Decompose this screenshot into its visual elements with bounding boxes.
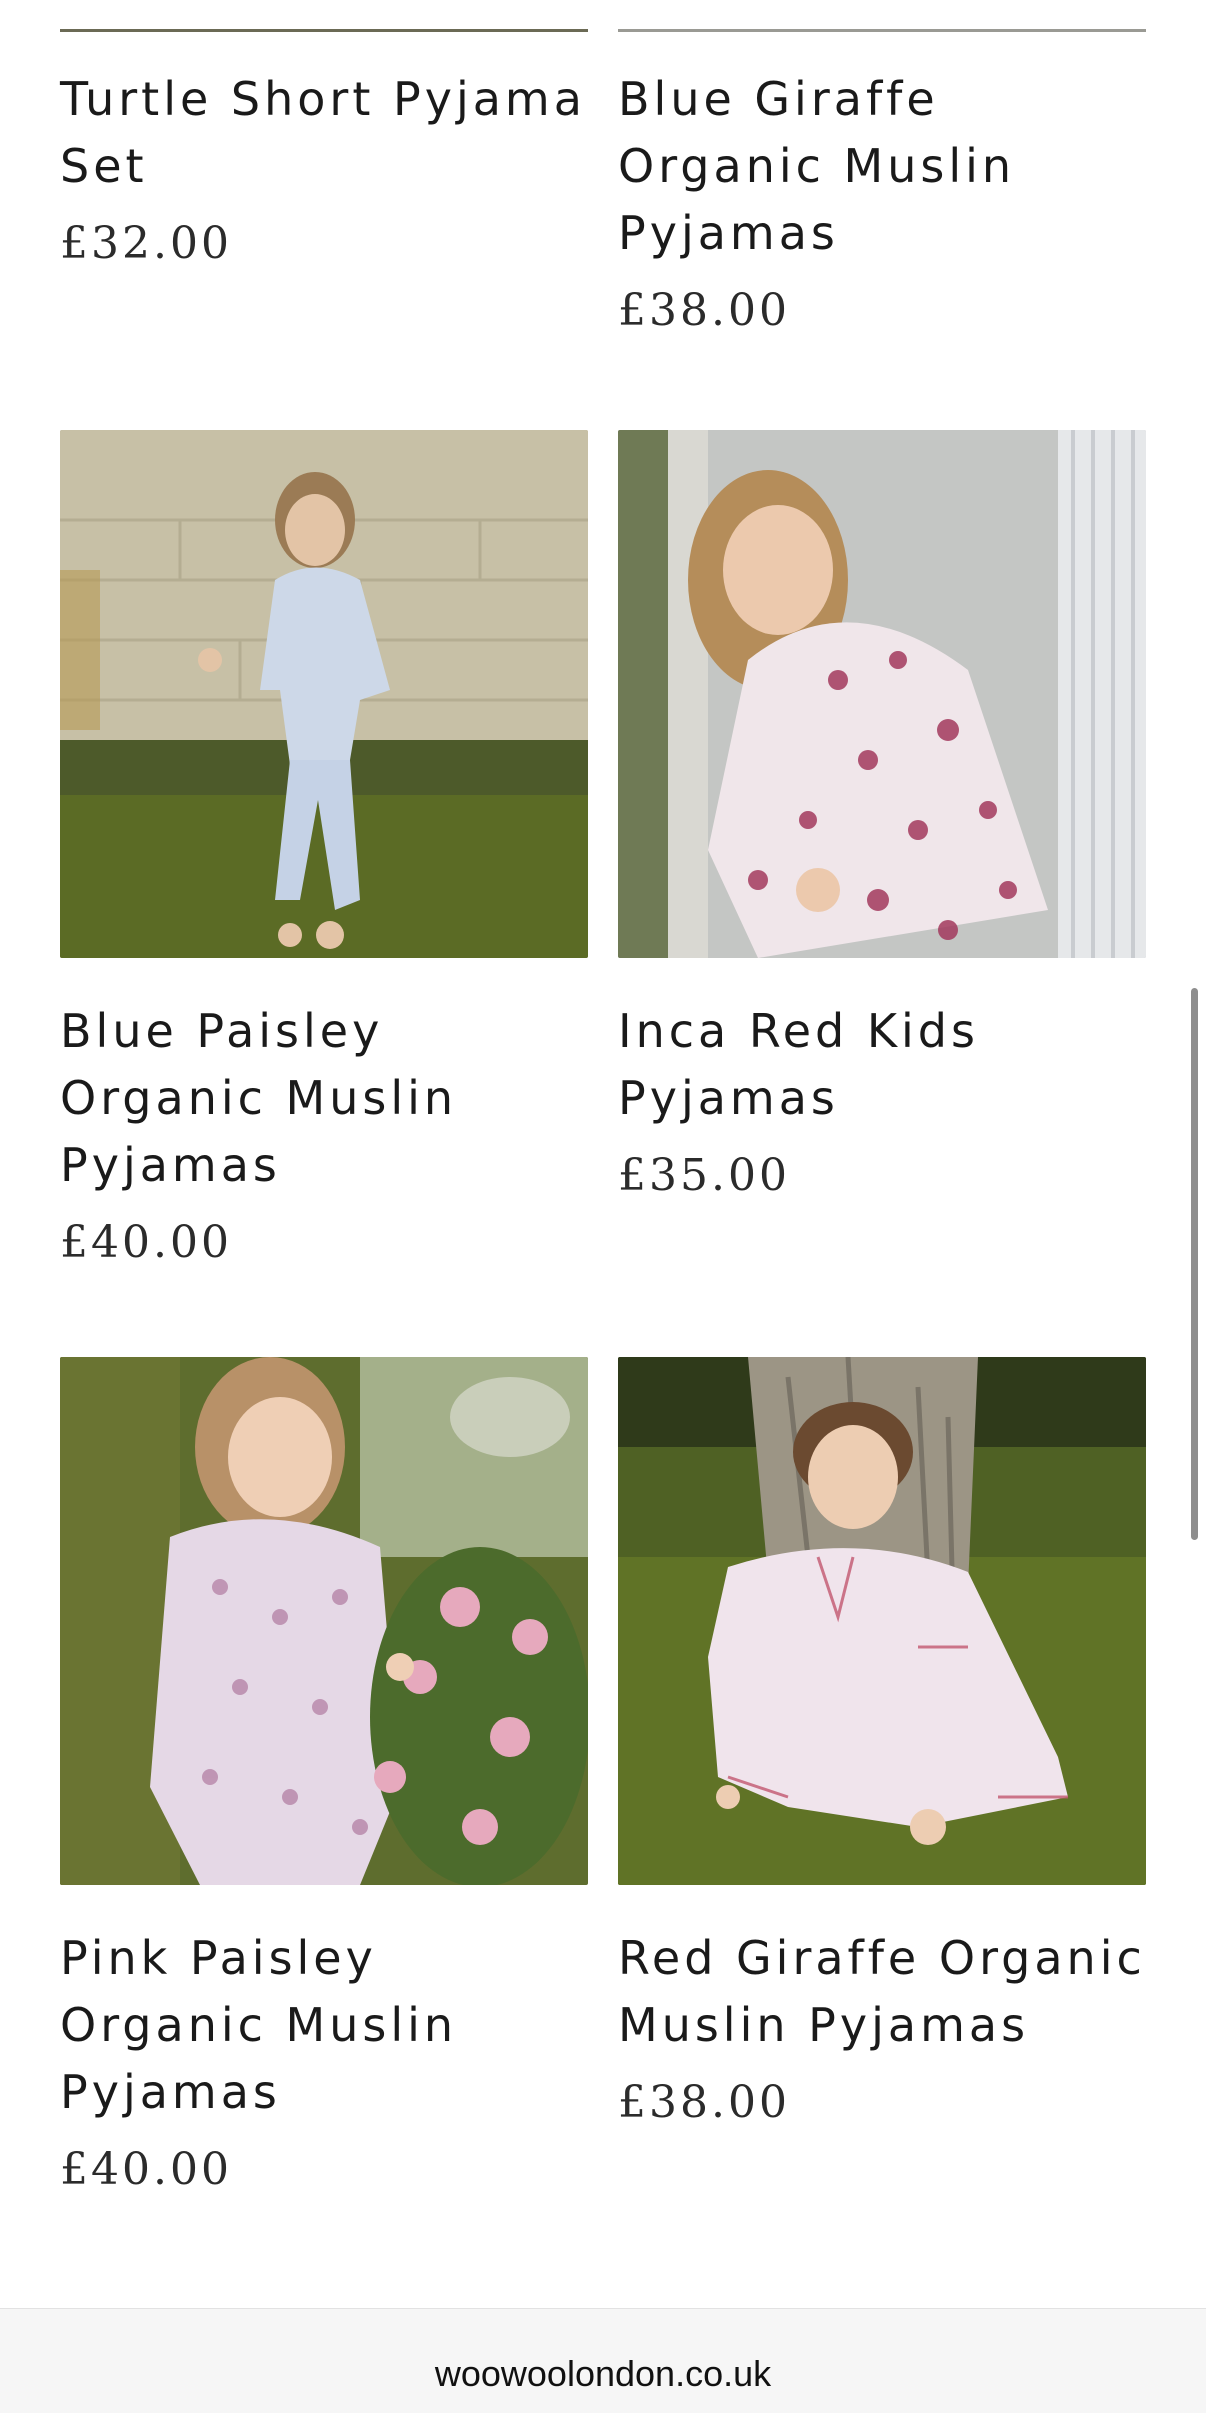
product-image-bottom-edge[interactable]	[60, 0, 588, 32]
product-title[interactable]: Turtle Short Pyjama Set	[60, 66, 588, 200]
product-title[interactable]: Inca Red Kids Pyjamas	[618, 998, 1146, 1132]
product-card[interactable]: Red Giraffe Organic Muslin Pyjamas £38.0…	[618, 1357, 1146, 2128]
product-price: £40.00	[60, 1217, 232, 1268]
product-price: £38.00	[618, 2077, 790, 2128]
product-card[interactable]: Blue Giraffe Organic Muslin Pyjamas £38.…	[618, 66, 1146, 336]
product-price: £40.00	[60, 2144, 232, 2195]
url-text[interactable]: woowoolondon.co.uk	[0, 2353, 1206, 2395]
product-image[interactable]	[618, 1357, 1146, 1885]
product-title[interactable]: Blue Paisley Organic Muslin Pyjamas	[60, 998, 588, 1199]
scrollbar[interactable]	[1191, 988, 1198, 1540]
product-price: £38.00	[618, 285, 790, 336]
product-image-bottom-edge[interactable]	[618, 0, 1146, 32]
product-card[interactable]: Inca Red Kids Pyjamas £35.00	[618, 430, 1146, 1201]
product-title[interactable]: Red Giraffe Organic Muslin Pyjamas	[618, 1925, 1146, 2059]
product-image[interactable]	[60, 430, 588, 958]
product-price: £35.00	[618, 1150, 790, 1201]
product-price: £32.00	[60, 218, 232, 269]
product-title[interactable]: Blue Giraffe Organic Muslin Pyjamas	[618, 66, 1146, 267]
product-image[interactable]	[60, 1357, 588, 1885]
girl-running-photo	[60, 430, 588, 958]
product-image[interactable]	[618, 430, 1146, 958]
girl-by-roses-photo	[60, 1357, 588, 1885]
product-card[interactable]: Pink Paisley Organic Muslin Pyjamas £40.…	[60, 1357, 588, 2195]
browser-address-bar[interactable]: woowoolondon.co.uk	[0, 2308, 1206, 2413]
product-title[interactable]: Pink Paisley Organic Muslin Pyjamas	[60, 1925, 588, 2126]
product-card[interactable]: Blue Paisley Organic Muslin Pyjamas £40.…	[60, 430, 588, 1268]
product-card[interactable]: Turtle Short Pyjama Set £32.00	[60, 66, 588, 269]
girl-by-window-photo	[618, 430, 1146, 958]
boy-under-tree-photo	[618, 1357, 1146, 1885]
